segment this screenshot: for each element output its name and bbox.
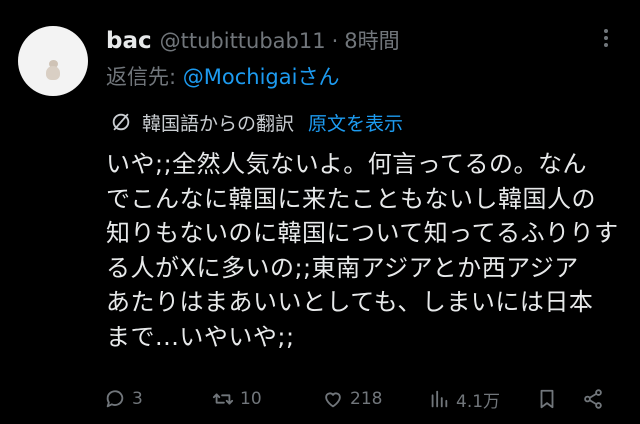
separator-dot: ·	[331, 29, 339, 53]
reply-to-line: 返信先: @Mochigaiさん	[106, 61, 339, 91]
action-bar: 3 10 218 4.1万	[104, 384, 624, 414]
tweet-body-line: る人がXに多いの;;東南アジアとか西アジア	[106, 253, 579, 282]
translate-icon	[112, 113, 130, 131]
tweet-body: いや;;全然人気ないよ。何言ってるの。なん でこんなに韓国に来たこともないし韓国…	[106, 147, 626, 354]
user-handle[interactable]: @ttubittubab11	[160, 29, 326, 53]
repost-icon	[212, 393, 234, 405]
bookmark-button[interactable]	[536, 384, 564, 414]
bookmark-icon	[540, 389, 554, 409]
like-count: 218	[350, 389, 383, 409]
tweet-body-line: まで...いやいや;;	[106, 322, 295, 351]
avatar[interactable]	[18, 26, 88, 96]
translation-label: 韓国語からの翻訳	[142, 112, 295, 135]
like-button[interactable]: 218	[322, 384, 382, 414]
display-name[interactable]: bac	[106, 28, 152, 54]
views-chart-icon	[431, 390, 448, 408]
more-options-icon[interactable]	[596, 26, 616, 52]
timestamp[interactable]: 8時間	[344, 25, 399, 55]
more-dot	[604, 29, 608, 33]
views-button[interactable]: 4.1万	[428, 384, 500, 414]
reply-button[interactable]: 3	[104, 384, 143, 414]
tweet-body-line: 知りもないのに韓国について知ってるふりりす	[106, 219, 619, 247]
views-count: 4.1万	[456, 391, 501, 412]
repost-button[interactable]: 10	[212, 384, 262, 414]
show-original-link[interactable]: 原文を表示	[308, 109, 403, 136]
reply-count: 3	[132, 389, 143, 409]
heart-icon	[325, 392, 341, 408]
reply-prefix: 返信先:	[106, 65, 177, 89]
reply-icon	[106, 390, 124, 408]
tweet-header: bac @ttubittubab11 · 8時間	[106, 25, 400, 57]
reply-user-link[interactable]: @Mochigaiさん	[183, 65, 340, 89]
tweet-body-line: いや;;全然人気ないよ。何言ってるの。なん	[106, 150, 587, 178]
avatar-figure-body	[46, 66, 60, 80]
share-icon	[584, 389, 602, 409]
translation-bar: 韓国語からの翻訳 原文を表示	[110, 108, 403, 136]
tweet-body-line: あたりはまあいいとしても、しまいには日本	[106, 288, 594, 316]
repost-count: 10	[240, 389, 262, 409]
more-dot	[604, 43, 608, 47]
share-button[interactable]	[582, 384, 610, 414]
tweet-body-line: でこんなに韓国に来たこともないし韓国人の	[106, 184, 596, 213]
more-dot	[604, 36, 608, 40]
